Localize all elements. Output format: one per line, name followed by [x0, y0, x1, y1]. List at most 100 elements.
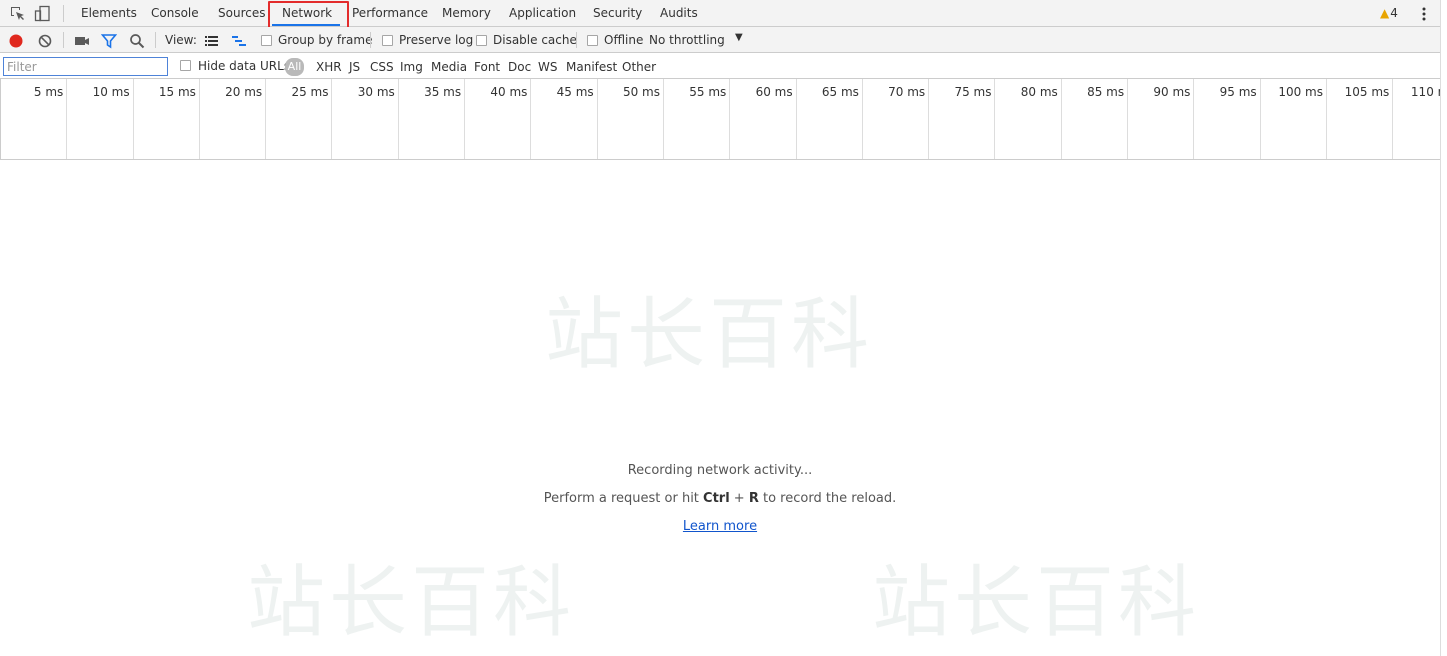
group-by-frame-checkbox[interactable] [261, 35, 272, 46]
tab-performance[interactable]: Performance [352, 0, 428, 26]
timeline-tick: 40 ms [465, 79, 532, 159]
timeline-tick-label: 60 ms [755, 85, 793, 99]
type-filter-css[interactable]: CSS [370, 60, 394, 74]
preserve-log-label: Preserve log [399, 33, 474, 47]
timeline-tick-label: 100 ms [1278, 85, 1323, 99]
type-filter-media[interactable]: Media [431, 60, 467, 74]
more-options-icon[interactable] [1421, 6, 1427, 22]
timeline-tick-label: 70 ms [888, 85, 926, 99]
preserve-log-checkbox[interactable] [382, 35, 393, 46]
tab-application[interactable]: Application [509, 0, 576, 26]
timeline-tick: 30 ms [333, 79, 399, 159]
scrollbar-strip[interactable] [1440, 0, 1447, 656]
list-view-icon[interactable] [204, 33, 220, 49]
hide-data-urls-label: Hide data URLs [198, 59, 291, 73]
tab-security[interactable]: Security [593, 0, 642, 26]
warning-icon: ▲ [1380, 6, 1390, 20]
reload-hint-suffix: to record the reload. [758, 491, 897, 506]
reload-hint-text: Perform a request or hit Ctrl + R to rec… [0, 491, 1440, 506]
timeline-tick: 55 ms [664, 79, 731, 159]
filter-icon[interactable] [100, 33, 118, 49]
timeline-tick-label: 95 ms [1219, 85, 1257, 99]
timeline-tick-label: 85 ms [1087, 85, 1125, 99]
inspect-icon[interactable] [9, 5, 26, 22]
timeline-tick: 20 ms [200, 79, 267, 159]
tab-elements[interactable]: Elements [81, 0, 137, 26]
key-r: R [748, 491, 759, 506]
timeline-tick-label: 65 ms [821, 85, 859, 99]
timeline-tick: 5 ms [1, 79, 68, 159]
type-filter-manifest[interactable]: Manifest [566, 60, 617, 74]
timeline-tick: 95 ms [1194, 79, 1261, 159]
type-filter-font[interactable]: Font [474, 60, 500, 74]
disable-cache-checkbox[interactable] [476, 35, 487, 46]
timeline-tick-label: 45 ms [556, 85, 594, 99]
timeline-tick: 35 ms [399, 79, 466, 159]
tab-sources[interactable]: Sources [218, 0, 265, 26]
warnings-count: 4 [1390, 6, 1398, 20]
timeline-tick-label: 20 ms [225, 85, 263, 99]
screenshot-icon[interactable] [74, 33, 90, 49]
type-filter-doc[interactable]: Doc [508, 60, 531, 74]
record-icon[interactable] [8, 33, 24, 49]
waterfall-view-icon[interactable] [231, 33, 247, 49]
toolbar-separator [576, 32, 577, 48]
timeline-tick: 100 ms [1261, 79, 1327, 159]
network-filter-bar: Hide data URLs All XHR JS CSS Img Media … [0, 53, 1440, 79]
warnings-counter[interactable]: ▲4 [1380, 6, 1398, 20]
network-overview-timeline[interactable]: 5 ms 10 ms 15 ms 20 ms 25 ms 30 ms 35 ms 40 ms 4… [0, 79, 1440, 160]
clear-icon[interactable] [37, 33, 53, 49]
timeline-tick: 60 ms [730, 79, 797, 159]
type-filter-js[interactable]: JS [349, 60, 360, 74]
watermark: 站长百科 [247, 558, 576, 648]
view-label: View: [165, 33, 197, 47]
timeline-tick: 15 ms [134, 79, 200, 159]
tab-audits[interactable]: Audits [660, 0, 698, 26]
timeline-tick: 10 ms [67, 79, 134, 159]
learn-more-link[interactable]: Learn more [683, 519, 757, 534]
tab-separator [63, 5, 64, 22]
timeline-tick-label: 15 ms [158, 85, 196, 99]
dropdown-arrow-icon[interactable]: ▼ [735, 32, 743, 43]
disable-cache-label: Disable cache [493, 33, 577, 47]
devtools-tab-bar: Elements Console Sources Network Perform… [0, 0, 1440, 27]
timeline-tick-label: 25 ms [291, 85, 329, 99]
timeline-tick: 105 ms [1327, 79, 1394, 159]
throttling-select[interactable]: No throttling [649, 33, 725, 47]
timeline-tick: 80 ms [996, 79, 1062, 159]
key-plus: + [729, 491, 749, 506]
timeline-tick-label: 80 ms [1020, 85, 1058, 99]
tab-memory[interactable]: Memory [442, 0, 491, 26]
filter-input[interactable] [3, 57, 168, 76]
hide-data-urls-checkbox[interactable] [180, 60, 191, 71]
recording-status-text: Recording network activity... [627, 463, 813, 478]
timeline-tick-label: 35 ms [424, 85, 462, 99]
search-icon[interactable] [129, 33, 145, 49]
type-filter-xhr[interactable]: XHR [316, 60, 342, 74]
offline-checkbox[interactable] [587, 35, 598, 46]
timeline-tick: 90 ms [1128, 79, 1195, 159]
timeline-tick-label: 10 ms [92, 85, 130, 99]
timeline-tick-label: 50 ms [622, 85, 660, 99]
timeline-tick-label: 90 ms [1153, 85, 1191, 99]
timeline-tick-label: 105 ms [1344, 85, 1390, 99]
timeline-tick: 65 ms [797, 79, 863, 159]
watermark: 站长百科 [872, 558, 1201, 648]
type-filter-all[interactable]: All [285, 58, 304, 76]
timeline-tick: 45 ms [531, 79, 598, 159]
group-by-frame-label: Group by frame [278, 33, 373, 47]
type-filter-img[interactable]: Img [400, 60, 423, 74]
tab-console[interactable]: Console [151, 0, 199, 26]
toolbar-separator [155, 32, 156, 48]
type-filter-ws[interactable]: WS [538, 60, 557, 74]
toolbar-separator [370, 32, 371, 48]
timeline-tick-label: 30 ms [357, 85, 395, 99]
network-toolbar: View: Group by frame Preserve log Disabl… [0, 27, 1440, 53]
device-toolbar-icon[interactable] [34, 5, 51, 22]
offline-label: Offline [604, 33, 644, 47]
timeline-tick: 50 ms [598, 79, 664, 159]
timeline-tick: 110 ms [1393, 79, 1440, 159]
watermark: 站长百科 [545, 290, 874, 380]
timeline-tick: 75 ms [929, 79, 996, 159]
type-filter-other[interactable]: Other [622, 60, 656, 74]
